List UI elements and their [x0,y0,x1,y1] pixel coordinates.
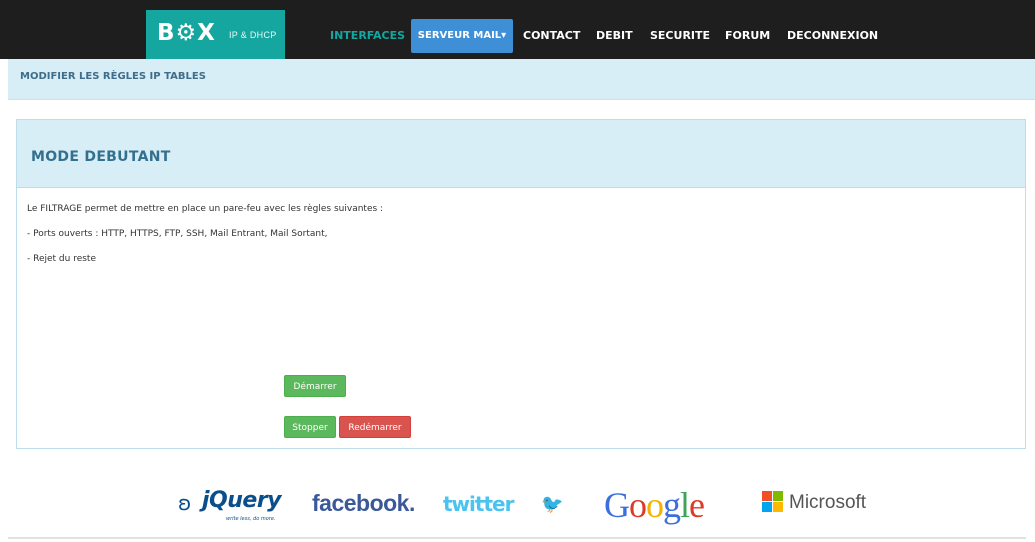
description-line: Le FILTRAGE permet de mettre en place un… [27,204,384,214]
jquery-wordmark: jQuery [202,488,282,513]
facebook-logo: facebook. [312,490,415,516]
nav-serveur-mail-label: SERVEUR MAIL [417,30,502,41]
nav-deconnexion[interactable]: DECONNEXION [787,29,878,43]
nav-serveur-mail-dropdown[interactable]: SERVEUR MAIL▾ [411,19,513,53]
brand-logo-box[interactable]: B⚙X IP & DHCP [146,10,285,59]
google-letter: l [680,485,690,525]
breadcrumb-bar: MODIFIER LES RÈGLES IP TABLES [8,59,1035,100]
google-letter: o [629,485,647,525]
google-letter: o [646,485,664,525]
jquery-tagline: write less, do more. [226,516,276,522]
nav-contact[interactable]: CONTACT [523,29,580,43]
restart-button[interactable]: Redémarrer [339,416,411,438]
twitter-bird-icon: 🐦 [541,494,564,515]
brand-subtitle: IP & DHCP [229,30,277,40]
panel-title: MODE DEBUTANT [31,149,171,165]
jquery-swirl-icon: ʚ [178,491,192,515]
microsoft-windows-icon [762,491,784,513]
nav-forum[interactable]: FORUM [725,29,770,43]
mode-panel: MODE DEBUTANT Le FILTRAGE permet de mett… [16,119,1026,449]
open-ports-line: - Ports ouverts : HTTP, HTTPS, FTP, SSH,… [27,229,328,239]
microsoft-wordmark: Microsoft [789,492,867,513]
panel-header: MODE DEBUTANT [17,120,1025,188]
reject-line: - Rejet du reste [27,254,96,264]
start-button[interactable]: Démarrer [284,375,346,397]
breadcrumb-title: MODIFIER LES RÈGLES IP TABLES [20,71,206,82]
brand-logo: B⚙X [157,20,216,46]
partner-logos: ʚ jQuery write less, do more. facebook. … [0,480,1035,530]
twitter-logo: twitter [443,492,514,516]
google-letter: g [663,485,681,525]
chevron-down-icon: ▾ [501,30,507,41]
nav-debit[interactable]: DEBIT [596,29,633,43]
google-logo: Google [604,484,705,526]
footer-divider [8,537,1026,539]
google-letter: G [604,485,630,525]
google-letter: e [689,485,705,525]
top-navbar: B⚙X IP & DHCP INTERFACES SERVEUR MAIL▾ C… [0,0,1035,59]
nav-interfaces[interactable]: INTERFACES [330,29,405,43]
stop-button[interactable]: Stopper [284,416,336,438]
nav-securite[interactable]: SECURITE [650,29,710,43]
